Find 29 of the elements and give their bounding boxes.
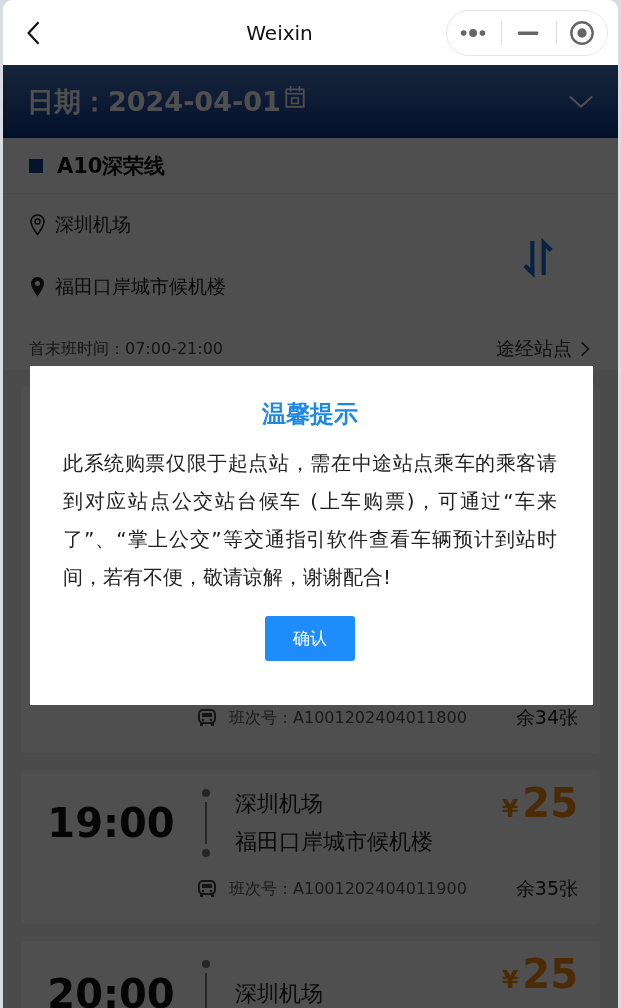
departure-station: 深圳机场 — [235, 790, 324, 818]
location-pin-icon — [29, 214, 46, 236]
line-marker-icon — [29, 158, 43, 173]
dialog-title: 温馨提示 — [262, 399, 358, 430]
departure-station[interactable]: 深圳机场 — [55, 212, 131, 238]
departure-time: 20:00 — [46, 971, 176, 1008]
stops-link[interactable]: 途经站点 — [496, 336, 590, 362]
location-pin-icon — [29, 276, 46, 298]
departure-station: 深圳机场 — [235, 980, 323, 1008]
arrival-station[interactable]: 福田口岸城市候机楼 — [55, 274, 226, 300]
timeline-drawing — [201, 788, 211, 858]
ticket-price: ¥25 — [501, 780, 578, 826]
line-name: A10深荣线 — [57, 152, 166, 180]
departure-time: 19:00 — [46, 800, 176, 846]
window-title: Weixin — [245, 20, 314, 45]
seats-remaining: 余35张 — [515, 876, 578, 901]
bus-icon — [197, 708, 217, 728]
dialog-message: 此系统购票仅限于起点站，需在中途站点乘车的乘客请到对应站点公交站台候车 (上车购票)，可通过“车来了”、“掌上公交”等交通指引软件查看车辆预计到站时间，若有不便，敬请谅解，谢谢配合! — [63, 450, 557, 591]
seats-remaining: 余34张 — [515, 705, 578, 730]
close-icon[interactable] — [569, 19, 595, 46]
timeline-drawing — [201, 959, 211, 1008]
trip-card[interactable]: 20:00 深圳机场 ¥25 — [21, 941, 600, 1008]
arrival-station: 福田口岸城市候机楼 — [235, 828, 433, 856]
service-hours: 首末班时间：07:00-21:00 — [29, 338, 223, 360]
ticket-price: ¥25 — [501, 951, 578, 997]
chevron-right-icon — [580, 340, 590, 358]
bus-icon — [197, 879, 217, 899]
confirm-button[interactable]: 确认 — [265, 616, 355, 661]
date-label: 日期：2024-04-01 — [27, 84, 281, 119]
